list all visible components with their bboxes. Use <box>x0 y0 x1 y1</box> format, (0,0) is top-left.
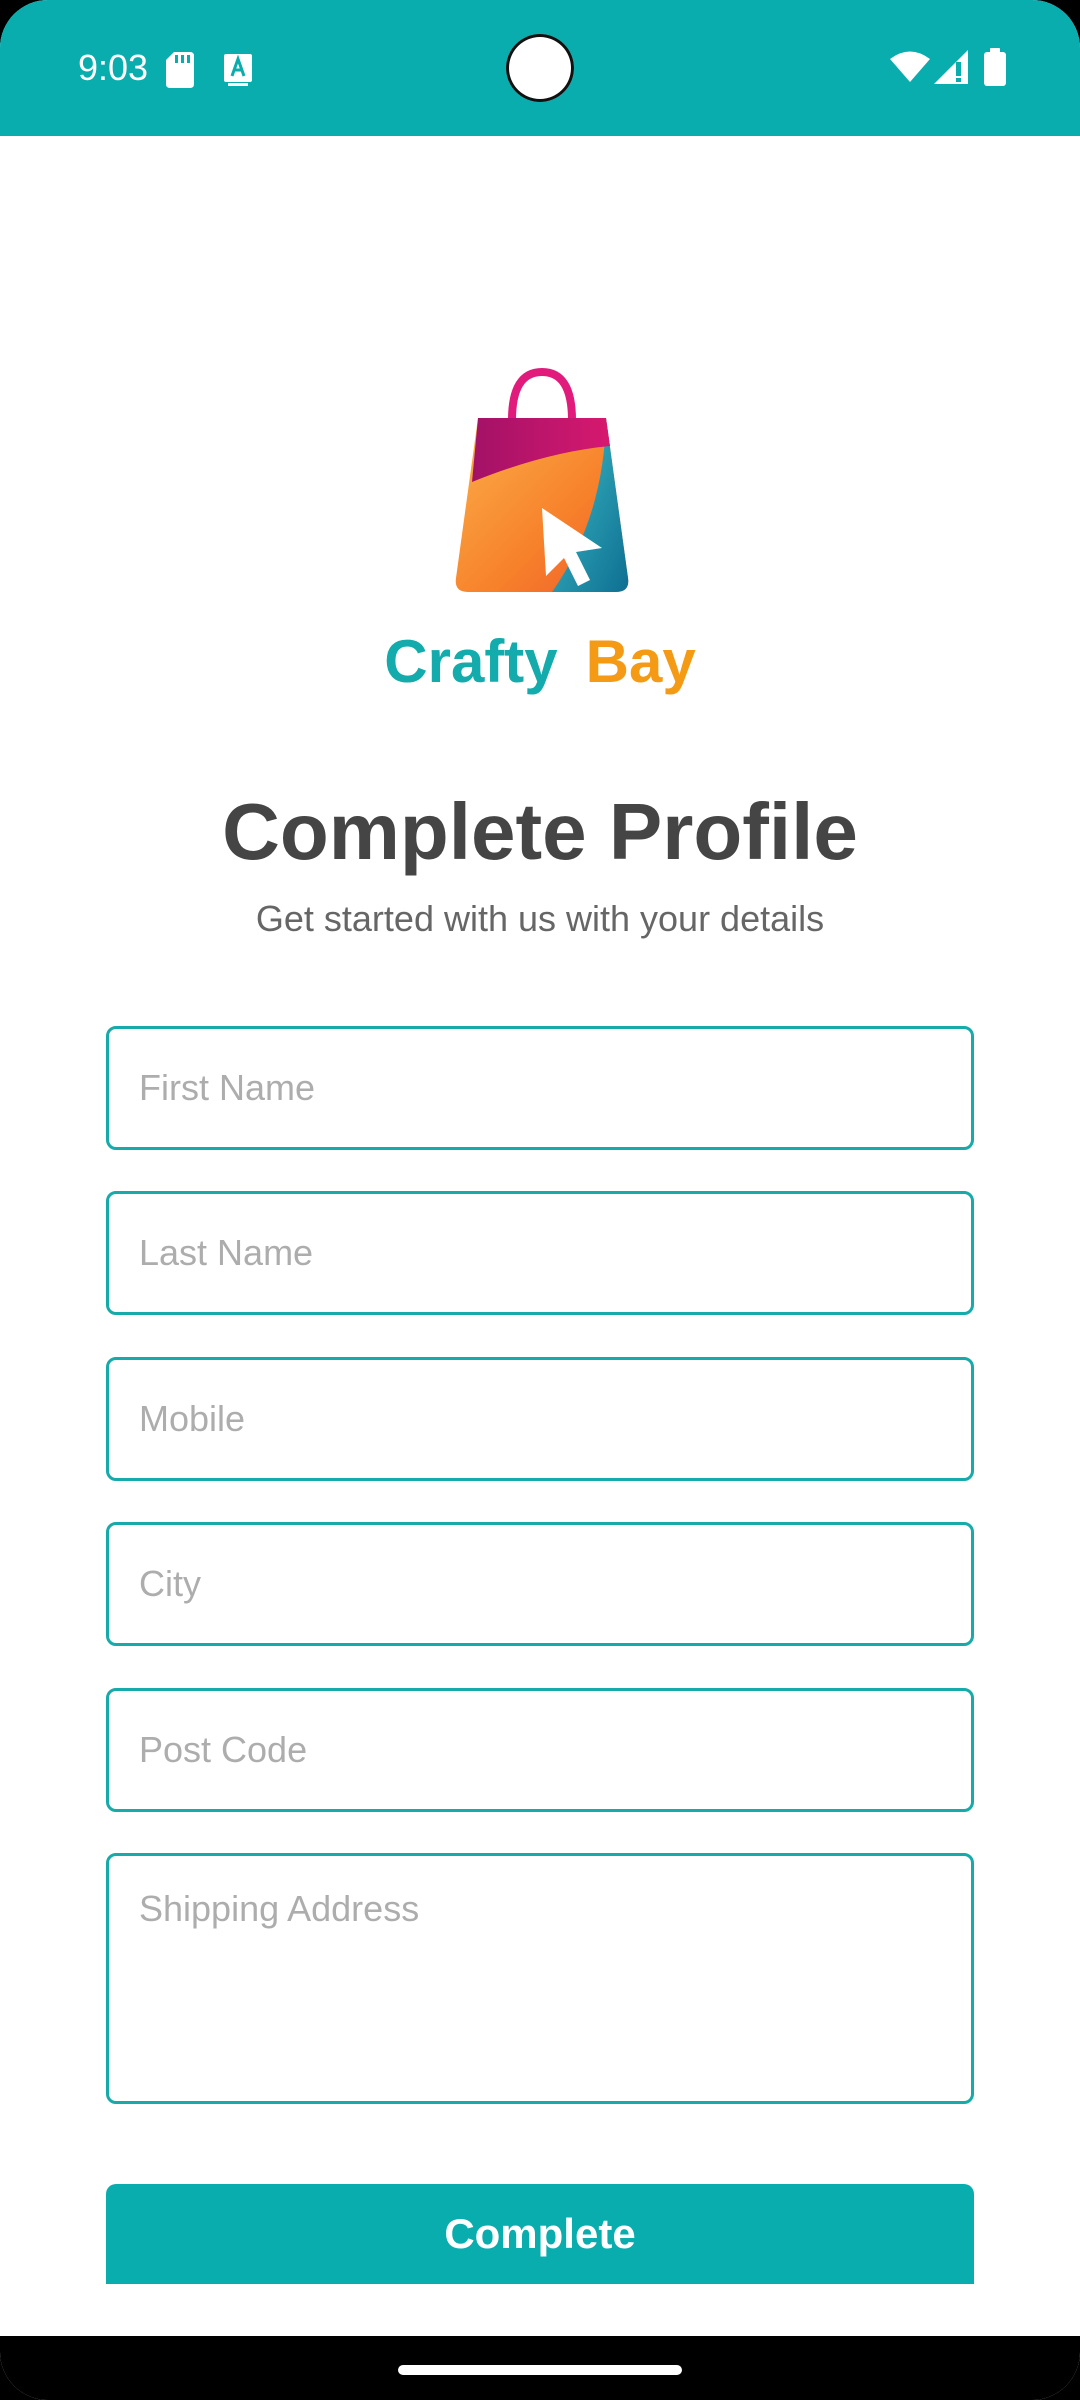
post-code-input[interactable] <box>109 1691 971 1809</box>
last-name-field <box>106 1191 974 1315</box>
brand-word-crafty: Crafty <box>384 628 558 695</box>
first-name-field <box>106 1026 974 1150</box>
battery-icon <box>984 48 1006 86</box>
status-time: 9:03 <box>78 47 149 88</box>
font-a-icon <box>224 54 252 86</box>
brand-name: Crafty Bay <box>0 625 1080 699</box>
city-field <box>106 1522 974 1646</box>
status-bar: 9:03 <box>0 0 1080 136</box>
shipping-address-input[interactable] <box>109 1856 971 2101</box>
city-input[interactable] <box>109 1525 971 1643</box>
navigation-bar <box>0 2336 1080 2400</box>
mobile-field <box>106 1357 974 1481</box>
sd-card-icon <box>166 52 194 88</box>
page-subtitle: Get started with us with your details <box>255 898 825 939</box>
page-title: Complete Profile <box>222 787 858 876</box>
camera-cutout <box>506 34 574 102</box>
last-name-input[interactable] <box>109 1194 971 1312</box>
complete-profile-screen: 9:03 Crafty Bay Complete Profile Get sta… <box>0 0 1080 2400</box>
home-gesture-handle[interactable] <box>398 2365 682 2375</box>
wifi-icon <box>890 51 930 82</box>
shopping-bag-logo-icon <box>455 368 629 592</box>
complete-button[interactable]: Complete <box>106 2184 974 2284</box>
shipping-address-field <box>106 1853 974 2104</box>
signal-icon <box>934 50 968 84</box>
brand-word-bay: Bay <box>585 628 696 695</box>
first-name-input[interactable] <box>109 1029 971 1147</box>
mobile-input[interactable] <box>109 1360 971 1478</box>
post-code-field <box>106 1688 974 1812</box>
